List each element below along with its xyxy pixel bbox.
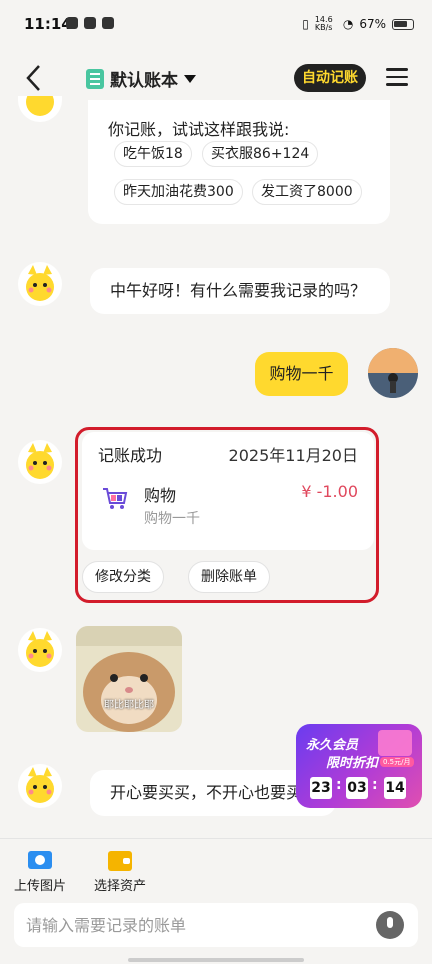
back-arrow-icon[interactable] (24, 64, 44, 92)
notification-icons (66, 17, 114, 29)
record-note: 购物一千 (144, 511, 200, 527)
notification-check-icon (66, 17, 78, 29)
countdown-colon: : (336, 777, 342, 793)
bill-input-bar (14, 903, 418, 947)
example-card: 你记账，试试这样跟我说: 吃午饭18 买衣服86+124 昨天加油花费300 发… (88, 100, 390, 224)
record-category: 购物 (144, 486, 177, 505)
example-hint: 你记账，试试这样跟我说: (108, 120, 290, 139)
user-message: 购物一千 (255, 352, 348, 396)
hamster-meme-image[interactable]: 耶比耶比耶 (76, 626, 182, 732)
bot-avatar (18, 96, 62, 122)
account-book-title: 默认账本 (110, 71, 178, 91)
status-bar: 11:14 ▯ 14.6 KB/s ◔ 67% (0, 0, 432, 50)
bot-avatar (18, 440, 62, 484)
record-amount: ¥ -1.00 (301, 482, 358, 501)
record-title: 记账成功 (98, 446, 163, 465)
bot-avatar (18, 628, 62, 672)
bottom-bar: 上传图片 选择资产 (0, 838, 432, 964)
bot-avatar (18, 764, 62, 808)
status-right: ▯ 14.6 KB/s ◔ 67% (302, 16, 414, 32)
upload-image-button[interactable]: 上传图片 (14, 851, 66, 894)
battery-icon (392, 18, 414, 30)
notification-mail-icon (102, 17, 114, 29)
delete-bill-button[interactable]: 删除账单 (188, 561, 270, 593)
example-chip[interactable]: 吃午饭18 (114, 141, 192, 167)
promo-price-tag: 0.5元/月 (380, 757, 414, 767)
wifi-icon: ◔ (342, 17, 354, 31)
countdown-hours: 23 (310, 777, 332, 799)
vibrate-icon: ▯ (302, 17, 309, 31)
record-date: 2025年11月20日 (228, 446, 358, 465)
promo-line1: 永久会员 (306, 738, 359, 753)
bill-input[interactable] (26, 903, 366, 947)
select-asset-button[interactable]: 选择资产 (94, 851, 146, 894)
notification-app-icon (84, 17, 96, 29)
greeting-message: 中午好呀！有什么需要我记录的吗？ (90, 268, 390, 314)
vip-promo-banner[interactable]: 永久会员 限时折扣 0.5元/月 23 : 03 : 14 (296, 724, 422, 808)
account-book-selector[interactable]: 默认账本 (86, 66, 196, 91)
clock: 11:14 (24, 15, 72, 33)
auto-record-button[interactable]: 自动记账 (294, 64, 366, 92)
meme-caption: 耶比耶比耶 (104, 700, 154, 711)
countdown-minutes: 03 (346, 777, 368, 799)
account-book-icon (86, 68, 104, 89)
user-avatar (368, 348, 418, 398)
record-card[interactable]: 记账成功 2025年11月20日 购物 购物一千 ¥ -1.00 (82, 432, 374, 550)
menu-icon[interactable] (386, 68, 408, 88)
bot-avatar (18, 262, 62, 306)
countdown-colon: : (372, 777, 378, 793)
countdown-seconds: 14 (384, 777, 406, 799)
example-chip[interactable]: 买衣服86+124 (202, 141, 319, 167)
wallet-icon (108, 851, 132, 871)
shopping-cart-icon (103, 488, 128, 509)
upload-label: 上传图片 (14, 879, 67, 894)
asset-label: 选择资产 (94, 879, 147, 894)
camera-icon (28, 851, 52, 869)
edit-category-button[interactable]: 修改分类 (82, 561, 164, 593)
home-indicator (128, 958, 304, 962)
promo-line2: 限时折扣 (326, 756, 379, 771)
example-chip[interactable]: 发工资了8000 (252, 179, 362, 205)
microphone-icon[interactable] (376, 911, 404, 939)
battery-percent: 67% (359, 17, 386, 31)
example-chip[interactable]: 昨天加油花费300 (114, 179, 243, 205)
caret-down-icon (184, 74, 196, 83)
gift-box-icon (378, 730, 412, 756)
net-speed: 14.6 KB/s (314, 15, 333, 32)
